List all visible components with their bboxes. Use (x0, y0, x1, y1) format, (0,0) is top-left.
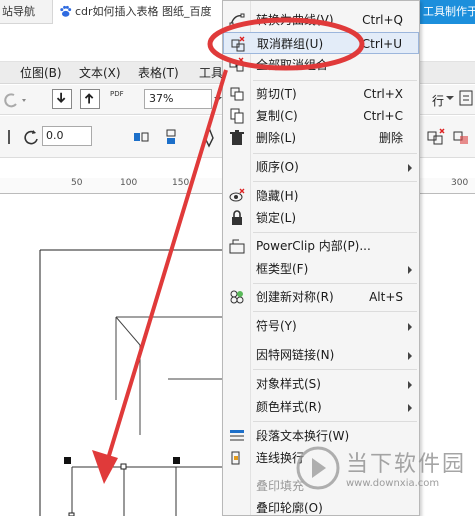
menu-item-color-styles[interactable]: 颜色样式(R) (223, 396, 419, 418)
menu-item-delete[interactable]: 删除(L) 删除 (223, 127, 419, 149)
ruler-tick: 50 (71, 178, 83, 188)
ruler-tick: 150 (172, 178, 190, 188)
menu-item-order[interactable]: 顺序(O) (223, 156, 419, 178)
eye-hidden-icon (229, 188, 245, 202)
tab-label: cdr如何插入表格 图纸_百度 (75, 5, 212, 18)
menu-item-convert-to-curves[interactable]: 转换为曲线(V) Ctrl+Q (223, 9, 419, 31)
watermark-url: www.downxia.com (346, 478, 440, 489)
browser-tab-tools[interactable]: 工具制作于 (420, 0, 475, 24)
trim-icon[interactable] (452, 128, 472, 146)
menu-tools[interactable]: 工具 (199, 62, 223, 84)
menu-item-ungroup[interactable]: 取消群组(U) Ctrl+U (223, 32, 419, 54)
watermark: 当下软件园 www.downxia.com (296, 440, 471, 500)
browser-tab-active[interactable]: cdr如何插入表格 图纸_百度 (52, 0, 227, 24)
baidu-paw-icon (60, 5, 72, 17)
separator-icon (8, 130, 10, 144)
copy-icon (230, 108, 244, 124)
toolbar-fragment: 行 (432, 94, 445, 108)
menu-item-cut[interactable]: 剪切(T) Ctrl+X (223, 83, 419, 105)
watermark-title: 当下软件园 (346, 452, 467, 477)
tab-label: 站导航 (2, 5, 35, 18)
submenu-arrow-icon (408, 404, 412, 412)
convert-curves-icon (229, 13, 245, 27)
menu-item-ungroup-all[interactable]: 全部取消组合 (223, 54, 419, 76)
menu-item-create-symmetry[interactable]: 创建新对称(R) Alt+S (223, 286, 419, 308)
publish-pdf-button[interactable]: PDF (110, 90, 124, 98)
ungroup-icon (231, 36, 245, 52)
watermark-logo-icon (296, 446, 340, 490)
menu-item-lock[interactable]: 锁定(L) (223, 207, 419, 229)
cut-icon (230, 87, 244, 101)
options-icon[interactable] (458, 89, 474, 107)
selection-handle[interactable] (64, 457, 71, 464)
menu-item-internet-link[interactable]: 因特网链接(N) (223, 344, 419, 366)
submenu-arrow-icon (408, 352, 412, 360)
chevron-down-icon[interactable] (214, 95, 222, 103)
menu-item-hide[interactable]: 隐藏(H) (223, 185, 419, 207)
lock-icon (232, 210, 242, 225)
weld-icon[interactable] (426, 128, 446, 146)
angle-value: 0.0 (46, 129, 64, 142)
zoom-value: 37% (149, 92, 174, 105)
ungroup-all-icon (229, 57, 244, 72)
pen-icon[interactable] (202, 126, 216, 148)
connector-icon (231, 451, 240, 465)
wrap-text-icon (230, 430, 244, 441)
symmetry-icon (230, 290, 244, 304)
submenu-arrow-icon (408, 266, 412, 274)
chevron-down-icon[interactable] (446, 94, 454, 102)
menu-item-object-styles[interactable]: 对象样式(S) (223, 373, 419, 395)
menu-table[interactable]: 表格(T) (138, 62, 179, 84)
submenu-arrow-icon (408, 323, 412, 331)
rotate-icon (24, 130, 38, 145)
context-menu: 转换为曲线(V) Ctrl+Q 取消群组(U) Ctrl+U 全部取消组合 剪切… (222, 0, 420, 516)
export-icon (84, 93, 94, 104)
menu-bitmap[interactable]: 位图(B) (20, 62, 62, 84)
menu-text[interactable]: 文本(X) (79, 62, 121, 84)
ruler-tick: 300 (451, 178, 469, 188)
menu-item-copy[interactable]: 复制(C) Ctrl+C (223, 105, 419, 127)
submenu-arrow-icon (408, 164, 412, 172)
selection-handle[interactable] (173, 457, 180, 464)
import-icon (56, 92, 66, 103)
ruler-tick: 100 (120, 178, 138, 188)
export-button[interactable] (80, 89, 100, 109)
mirror-horizontal-icon[interactable] (132, 128, 150, 146)
import-button[interactable] (52, 89, 72, 109)
menu-item-frame-type[interactable]: 框类型(F) (223, 258, 419, 280)
menu-item-symbol[interactable]: 符号(Y) (223, 315, 419, 337)
submenu-arrow-icon (408, 381, 412, 389)
rotation-angle-field[interactable]: 0.0 (42, 126, 92, 146)
powerclip-icon (229, 239, 245, 254)
tab-label: 工具制作于 (423, 5, 475, 18)
zoom-level-field[interactable]: 37% (144, 89, 212, 109)
trash-icon (230, 130, 244, 145)
browser-tab-nav[interactable]: 站导航 (0, 0, 50, 24)
menu-item-powerclip-inside[interactable]: PowerClip 内部(P)... (223, 235, 419, 257)
undo-icon[interactable] (2, 91, 30, 109)
mirror-vertical-icon[interactable] (162, 128, 180, 146)
